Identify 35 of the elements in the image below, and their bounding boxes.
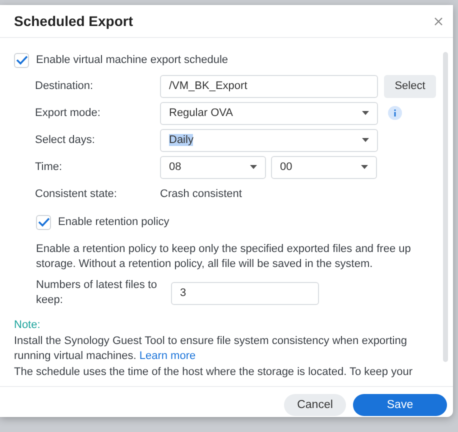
dropdown-field[interactable]: Regular OVA [160, 102, 378, 124]
checkbox[interactable] [36, 214, 51, 230]
field-label: Numbers of latest files to keep: [36, 278, 158, 308]
field-label: Destination: [35, 80, 94, 92]
select-button[interactable]: Select [384, 74, 436, 98]
save-button[interactable]: Save [353, 394, 447, 416]
info-icon[interactable] [388, 106, 402, 120]
note-heading: Note: [14, 318, 42, 333]
scrollbar[interactable] [443, 52, 448, 362]
retention-description: Enable a retention policy to keep only the specified exported files and free up storage. Without a retention policy, all file will be saved in the system. [36, 242, 412, 272]
dropdown-caret-icon [362, 111, 369, 115]
note-text: The schedule uses the time of the host where the storage is located. To keep your [14, 364, 414, 380]
learn-more-link[interactable]: Learn more [139, 350, 196, 362]
minute-dropdown[interactable]: 00 [271, 156, 377, 178]
destination-field[interactable]: /VM_BK_Export [160, 74, 378, 98]
field-value: Crash consistent [160, 187, 242, 202]
field-label: Select days: [35, 134, 96, 146]
close-icon[interactable] [434, 16, 443, 26]
cancel-button[interactable]: Cancel [284, 394, 346, 416]
checkbox-label: Enable virtual machine export schedule [36, 54, 228, 66]
count-field[interactable]: 3 [171, 282, 319, 304]
note-text: Install the Synology Guest Tool to ensure file system consistency when exporting running virtual machines. Learn more [14, 334, 408, 364]
field-label: Export mode: [35, 107, 102, 119]
checkbox-label: Enable retention policy [58, 216, 170, 228]
dropdown-field[interactable]: Daily [160, 128, 378, 152]
checkbox[interactable] [14, 52, 29, 68]
dialog-title: Scheduled Export [14, 13, 134, 29]
dropdown-caret-icon [362, 138, 369, 142]
dropdown-caret-icon [361, 165, 368, 169]
dropdown-value: Regular OVA [169, 107, 233, 119]
field-label: Consistent state: [35, 188, 118, 200]
dropdown-value: Daily [169, 134, 194, 146]
dropdown-caret-icon [250, 165, 257, 169]
hour-dropdown[interactable]: 08 [160, 156, 266, 178]
field-label: Time: [35, 161, 64, 173]
